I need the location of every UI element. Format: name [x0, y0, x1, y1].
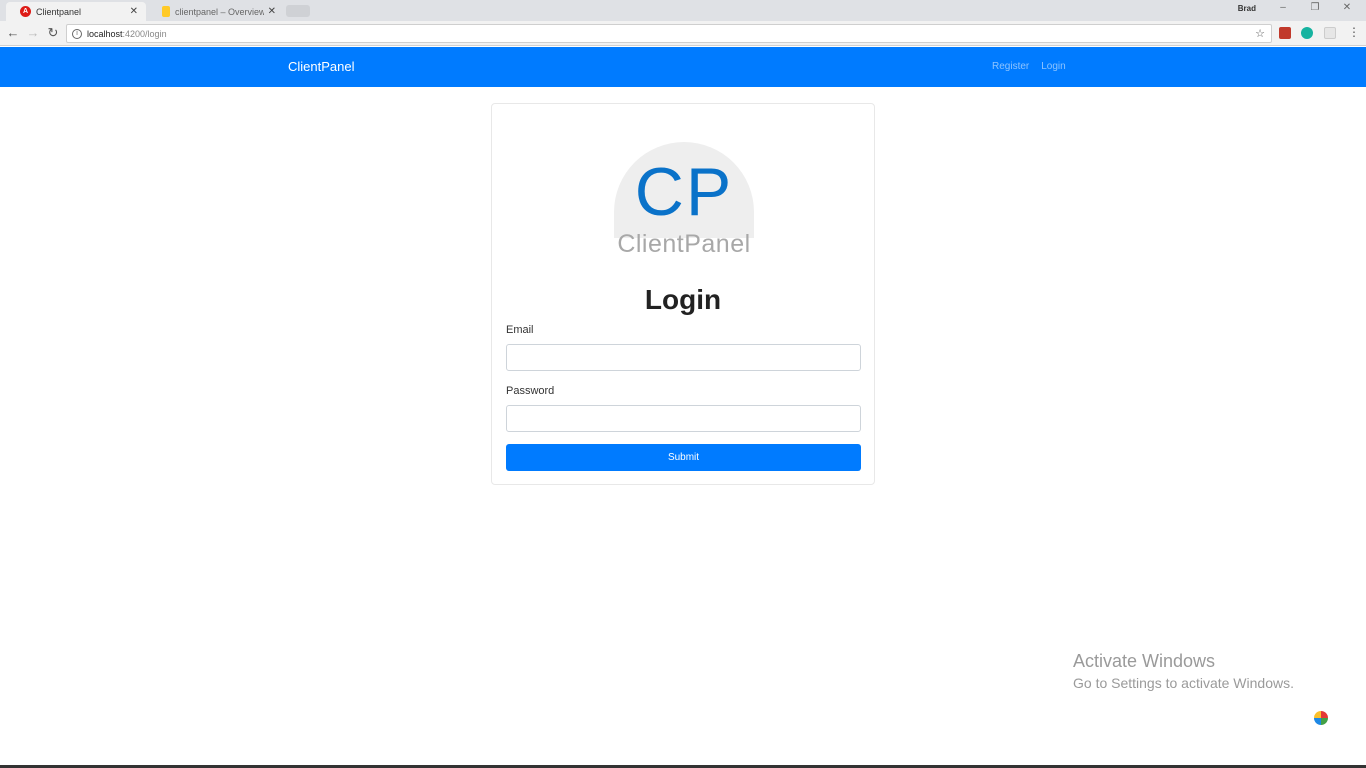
- corner-logo-mark: [1314, 711, 1328, 725]
- back-arrow-icon[interactable]: ←: [4, 25, 22, 41]
- tab-title: Clientpanel: [36, 6, 82, 17]
- new-tab-button[interactable]: [286, 5, 310, 17]
- activate-windows-watermark: Activate Windows Go to Settings to activ…: [1073, 651, 1294, 691]
- browser-menu-icon[interactable]: ⋮: [1348, 25, 1360, 39]
- submit-button[interactable]: Submit: [506, 444, 861, 471]
- extension-icon[interactable]: [1301, 27, 1313, 39]
- url-host: localhost: [87, 28, 123, 39]
- info-icon[interactable]: i: [72, 28, 82, 39]
- forward-arrow-icon[interactable]: →: [24, 25, 42, 41]
- window-close-icon[interactable]: ✕: [1336, 2, 1358, 13]
- browser-tab-strip: A Clientpanel ✕ clientpanel – Overview –…: [0, 0, 1366, 21]
- password-field[interactable]: [506, 405, 861, 432]
- url-path: :4200/login: [122, 28, 167, 39]
- close-icon[interactable]: ✕: [268, 6, 276, 17]
- address-bar[interactable]: i localhost :4200/login ☆: [66, 24, 1272, 43]
- logo-initials: CP: [634, 154, 734, 230]
- navbar-links: Register Login: [992, 61, 1066, 72]
- app-navbar: ClientPanel Register Login: [0, 47, 1366, 87]
- corner-logo-icon: [1313, 711, 1329, 733]
- page-title: Login: [644, 284, 722, 315]
- email-label: Email: [506, 324, 534, 336]
- nav-link-login[interactable]: Login: [1041, 61, 1065, 72]
- reload-icon[interactable]: ↻: [44, 25, 62, 41]
- restore-icon[interactable]: ❐: [1304, 2, 1326, 13]
- clientpanel-logo: CP ClientPanel: [610, 142, 758, 260]
- bookmark-star-icon[interactable]: ☆: [1255, 27, 1265, 40]
- tab-firebase-overview[interactable]: clientpanel – Overview – ✕: [148, 2, 284, 21]
- navbar-brand[interactable]: ClientPanel: [288, 59, 355, 74]
- tab-title: clientpanel – Overview –: [175, 6, 264, 17]
- firebase-icon: [162, 6, 170, 17]
- email-field[interactable]: [506, 344, 861, 371]
- browser-toolbar: ← → ↻ i localhost :4200/login ☆ ⋮: [0, 21, 1366, 46]
- logo-text: ClientPanel: [617, 230, 751, 258]
- nav-link-register[interactable]: Register: [992, 61, 1029, 72]
- watermark-title: Activate Windows: [1073, 651, 1216, 671]
- watermark-subtitle: Go to Settings to activate Windows.: [1073, 675, 1294, 691]
- extension-icon[interactable]: [1279, 27, 1291, 39]
- angular-icon: A: [20, 6, 31, 17]
- profile-name[interactable]: Brad: [1238, 4, 1256, 13]
- login-card: CP ClientPanel Login Email Password Subm…: [491, 103, 875, 485]
- tab-clientpanel[interactable]: A Clientpanel ✕: [6, 2, 146, 21]
- extension-icon[interactable]: [1324, 27, 1336, 39]
- password-label: Password: [506, 385, 555, 397]
- close-icon[interactable]: ✕: [130, 6, 138, 17]
- minimize-icon[interactable]: –: [1272, 2, 1294, 13]
